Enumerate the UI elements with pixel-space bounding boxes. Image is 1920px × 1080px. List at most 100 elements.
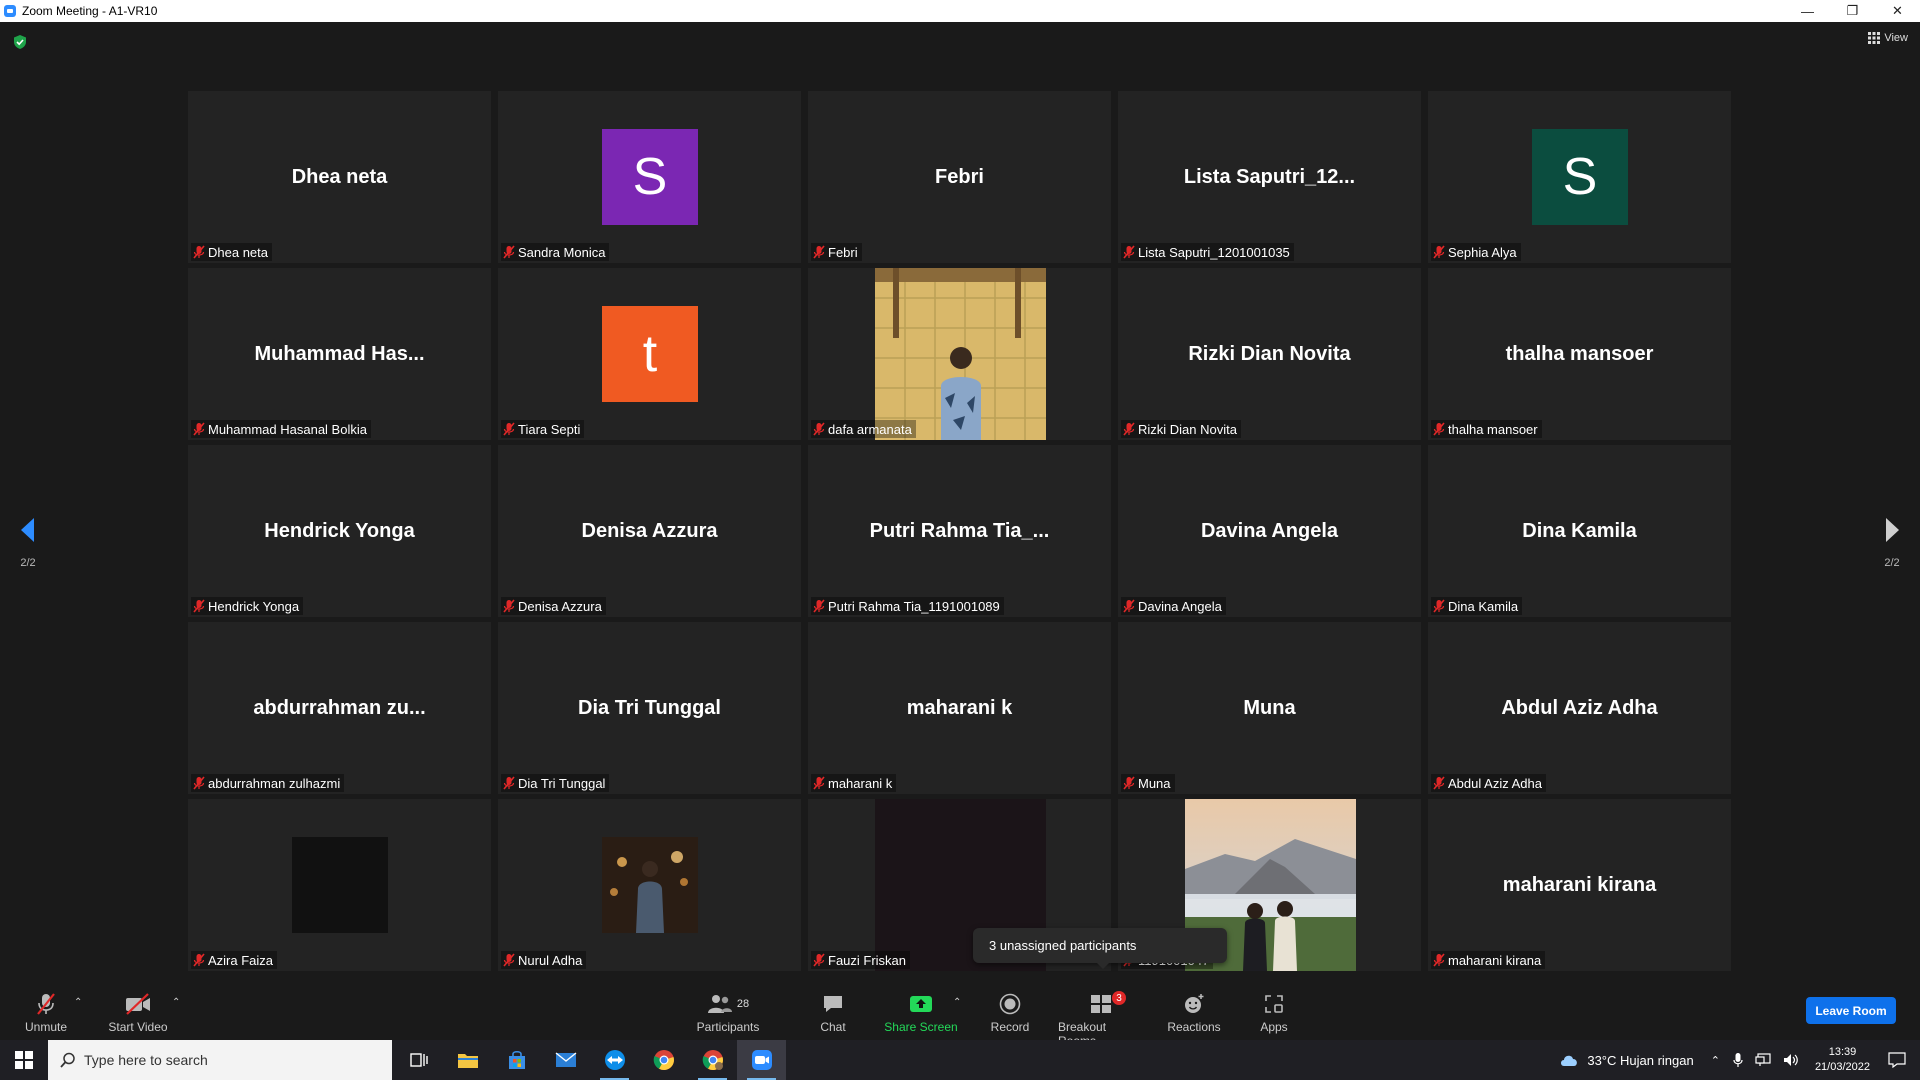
participant-name-label: Davina Angela — [1121, 597, 1226, 615]
participant-tile[interactable]: Davina Angela Davina Angela — [1118, 445, 1421, 617]
view-button[interactable]: View — [1868, 32, 1908, 44]
participant-tile[interactable]: Febri Febri — [808, 91, 1111, 263]
taskbar-search-box[interactable]: Type here to search — [48, 1040, 392, 1080]
minimize-button[interactable]: — — [1785, 0, 1830, 22]
teamviewer-taskbar-app[interactable] — [590, 1040, 639, 1080]
participant-name-label: maharani kirana — [1431, 951, 1546, 969]
folder-icon — [457, 1054, 478, 1068]
participant-avatar — [292, 837, 388, 933]
record-icon — [999, 993, 1021, 1015]
participant-tile[interactable]: Muna Muna — [1118, 622, 1421, 794]
zoom-taskbar-app[interactable] — [737, 1040, 786, 1080]
participant-tile[interactable]: Azira Faiza — [188, 799, 491, 971]
leave-room-button[interactable]: Leave Room — [1806, 997, 1896, 1024]
store-taskbar-app[interactable] — [492, 1040, 541, 1080]
task-view-button[interactable] — [394, 1040, 443, 1080]
share-screen-label: Share Screen — [884, 1020, 958, 1034]
audio-options-chevron-icon[interactable]: ⌃ — [74, 997, 82, 1008]
muted-mic-icon — [1433, 245, 1445, 259]
participant-name-label: maharani k — [811, 774, 897, 792]
participant-tile[interactable]: maharani k maharani k — [808, 622, 1111, 794]
next-page-button[interactable]: 2/2 — [1882, 516, 1902, 569]
previous-page-button[interactable]: 2/2 — [18, 516, 38, 569]
participant-name: Febri — [828, 244, 858, 260]
participant-tile[interactable]: Dina Kamila Dina Kamila — [1428, 445, 1731, 617]
participant-tile[interactable]: Denisa Azzura Denisa Azzura — [498, 445, 801, 617]
start-button[interactable] — [0, 1040, 48, 1080]
weather-text[interactable]: 33°C Hujan ringan — [1587, 1053, 1693, 1068]
windows-taskbar: Type here to search 33°C Hujan ringan ⌃ … — [0, 1040, 1920, 1080]
participant-name: Dhea neta — [208, 244, 268, 260]
chrome-profile-taskbar-app[interactable] — [688, 1040, 737, 1080]
grid-view-icon — [1868, 32, 1881, 44]
participant-name-label: Fauzi Friskan — [811, 951, 911, 969]
participant-name-label: Dia Tri Tunggal — [501, 774, 610, 792]
participant-tile[interactable]: maharani kirana maharani kirana — [1428, 799, 1731, 971]
video-options-chevron-icon[interactable]: ⌃ — [172, 997, 180, 1008]
chrome-taskbar-app[interactable] — [639, 1040, 688, 1080]
notifications-icon[interactable] — [1888, 1052, 1906, 1068]
zoom-app-icon — [4, 5, 16, 17]
muted-mic-icon — [1123, 599, 1135, 613]
participant-tile[interactable]: Muhammad Has... Muhammad Hasanal Bolkia — [188, 268, 491, 440]
participant-name-label: Sephia Alya — [1431, 243, 1521, 261]
mail-icon — [555, 1052, 576, 1067]
apps-icon — [1265, 995, 1283, 1013]
participant-name: abdurrahman zulhazmi — [208, 775, 341, 791]
tray-microphone-icon[interactable] — [1733, 1052, 1743, 1068]
start-video-button[interactable]: Start Video — [106, 991, 170, 1034]
participant-tile[interactable]: dafa armanata — [808, 268, 1111, 440]
apps-button[interactable]: Apps — [1256, 991, 1292, 1034]
participant-tile[interactable]: Hendrick Yonga Hendrick Yonga — [188, 445, 491, 617]
muted-mic-icon — [1433, 599, 1445, 613]
participant-tile[interactable]: Rizki Dian Novita Rizki Dian Novita — [1118, 268, 1421, 440]
show-hidden-icons-chevron-icon[interactable]: ⌃ — [1711, 1054, 1720, 1067]
participant-tile[interactable]: S Sephia Alya — [1428, 91, 1731, 263]
participant-tile[interactable]: Dia Tri Tunggal Dia Tri Tunggal — [498, 622, 801, 794]
participant-name-label: Lista Saputri_1201001035 — [1121, 243, 1294, 261]
participant-avatar: S — [1532, 129, 1628, 225]
participant-name: Denisa Azzura — [518, 598, 602, 614]
file-explorer-taskbar-app[interactable] — [443, 1040, 492, 1080]
participant-avatar: S — [602, 129, 698, 225]
participant-tile[interactable]: Dhea neta Dhea neta — [188, 91, 491, 263]
participant-tile[interactable]: abdurrahman zu... abdurrahman zulhazmi — [188, 622, 491, 794]
share-options-chevron-icon[interactable]: ⌃ — [953, 997, 961, 1008]
taskbar-clock[interactable]: 13:39 21/03/2022 — [1815, 1045, 1870, 1075]
system-tray: 33°C Hujan ringan ⌃ 13:39 21/03/2022 — [1559, 1040, 1920, 1080]
participant-tile[interactable]: S Sandra Monica — [498, 91, 801, 263]
search-icon — [60, 1052, 75, 1068]
participant-name: Dia Tri Tunggal — [518, 775, 606, 791]
participant-tile[interactable]: thalha mansoer thalha mansoer — [1428, 268, 1731, 440]
unmute-button[interactable]: Unmute — [20, 991, 72, 1034]
participant-name-label: Muhammad Hasanal Bolkia — [191, 420, 371, 438]
participant-display-name: maharani kirana — [1502, 873, 1657, 896]
reactions-button[interactable]: Reactions — [1166, 991, 1222, 1034]
participant-tile[interactable]: Putri Rahma Tia_... Putri Rahma Tia_11910… — [808, 445, 1111, 617]
security-shield-icon[interactable] — [12, 34, 28, 50]
page-indicator-left: 2/2 — [20, 557, 36, 569]
participant-name: dafa armanata — [828, 421, 912, 437]
clock-time: 13:39 — [1828, 1046, 1857, 1058]
participant-tile[interactable]: t Tiara Septi — [498, 268, 801, 440]
share-screen-button[interactable]: Share Screen — [884, 991, 958, 1034]
participant-tile[interactable]: Lista Saputri_12... Lista Saputri_1201001… — [1118, 91, 1421, 263]
restore-button[interactable]: ❐ — [1830, 0, 1875, 22]
participant-display-name: Rizki Dian Novita — [1188, 342, 1351, 365]
close-button[interactable]: ✕ — [1875, 0, 1920, 22]
video-camera-off-icon — [126, 993, 150, 1015]
participant-display-name: Davina Angela — [1200, 519, 1339, 542]
participants-button[interactable]: 28 Participants — [693, 991, 763, 1034]
chat-label: Chat — [820, 1020, 846, 1034]
unmute-label: Unmute — [24, 1020, 68, 1034]
participant-tile[interactable]: Nurul Adha — [498, 799, 801, 971]
record-button[interactable]: Record — [990, 991, 1030, 1034]
network-icon[interactable] — [1755, 1053, 1771, 1067]
store-bag-icon — [508, 1050, 525, 1069]
participant-tile[interactable]: Abdul Aziz Adha Abdul Aziz Adha — [1428, 622, 1731, 794]
speaker-icon[interactable] — [1783, 1053, 1799, 1067]
mail-taskbar-app[interactable] — [541, 1040, 590, 1080]
participant-display-name: Abdul Aziz Adha — [1501, 696, 1658, 719]
record-label: Record — [990, 1020, 1030, 1034]
chat-button[interactable]: Chat — [813, 991, 853, 1034]
